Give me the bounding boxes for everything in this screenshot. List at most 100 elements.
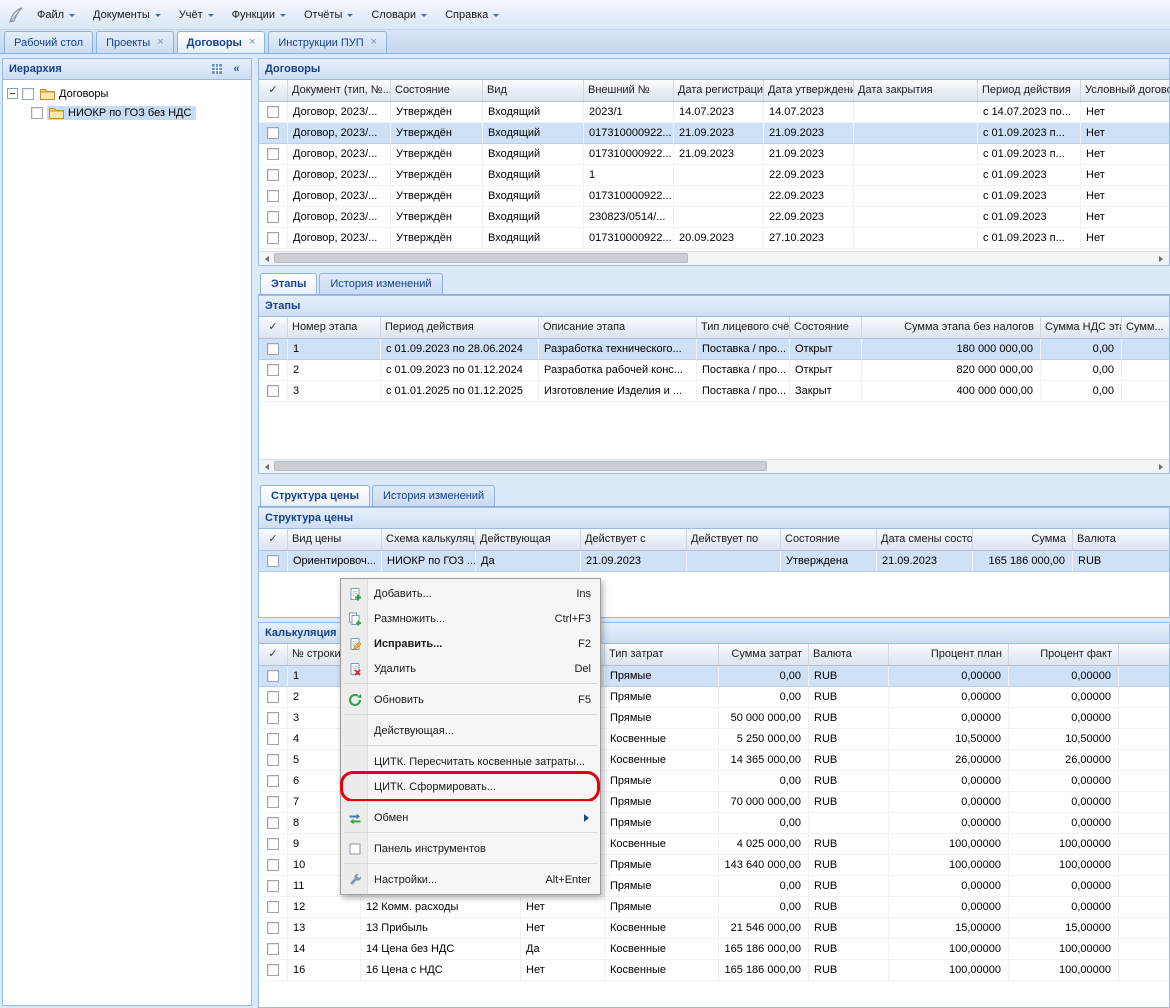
row-checkbox[interactable] [267, 964, 279, 976]
scroll-track[interactable] [274, 252, 1154, 265]
row-checkbox[interactable] [267, 691, 279, 703]
row-checkbox[interactable] [267, 190, 279, 202]
tab[interactable]: Проекты× [96, 31, 174, 53]
row-checkbox[interactable] [267, 817, 279, 829]
row-checkbox[interactable] [267, 127, 279, 139]
row-checkbox[interactable] [267, 838, 279, 850]
menu-item[interactable]: Обмен [341, 805, 600, 830]
column-header[interactable]: Действующая [476, 529, 581, 550]
tab-close-icon[interactable]: × [157, 38, 163, 47]
row-checkbox[interactable] [267, 796, 279, 808]
menu-item[interactable]: Действующая... [341, 718, 600, 743]
sub-tab[interactable]: Структура цены [260, 485, 370, 506]
row-checkbox[interactable] [267, 754, 279, 766]
menubar-item[interactable]: Словари [362, 4, 436, 26]
menu-item[interactable]: Исправить...F2 [341, 631, 600, 656]
row-checkbox[interactable] [267, 211, 279, 223]
row-checkbox[interactable] [267, 343, 279, 355]
column-header[interactable]: Дата утверждения [764, 80, 854, 101]
select-all-column-header[interactable]: ✓ [259, 644, 288, 665]
tab-close-icon[interactable]: × [371, 38, 377, 47]
table-row[interactable]: 1616 Цена с НДСНетКосвенные165 186 000,0… [259, 960, 1169, 981]
column-header[interactable]: Документ (тип, №... [288, 80, 391, 101]
column-header[interactable]: Описание этапа [539, 317, 697, 338]
scroll-right-button[interactable] [1154, 252, 1169, 265]
row-checkbox[interactable] [267, 670, 279, 682]
tree-checkbox[interactable] [22, 88, 34, 100]
column-header[interactable]: Действует по [687, 529, 781, 550]
menu-item[interactable]: ЦИТК. Сформировать... [341, 774, 600, 799]
table-row[interactable]: Договор, 2023/...УтверждёнВходящий2023/1… [259, 102, 1169, 123]
menu-item[interactable]: Размножить...Ctrl+F3 [341, 606, 600, 631]
menu-item[interactable]: УдалитьDel [341, 656, 600, 681]
table-row[interactable]: Договор, 2023/...УтверждёнВходящий230823… [259, 207, 1169, 228]
column-header[interactable]: Состояние [781, 529, 877, 550]
table-row[interactable]: 1с 01.09.2023 по 28.06.2024Разработка те… [259, 339, 1169, 360]
tree-checkbox[interactable] [31, 107, 43, 119]
menu-item[interactable]: ЦИТК. Пересчитать косвенные затраты... [341, 749, 600, 774]
scroll-thumb[interactable] [274, 253, 688, 263]
table-row[interactable]: 1212 Комм. расходыНетПрямые0,00RUB0,0000… [259, 897, 1169, 918]
grid-view-icon[interactable] [208, 62, 225, 77]
column-header[interactable] [1119, 644, 1169, 665]
row-checkbox[interactable] [267, 106, 279, 118]
tab[interactable]: Договоры× [177, 31, 266, 53]
scroll-track[interactable] [274, 460, 1154, 473]
column-header[interactable]: Валюта [809, 644, 889, 665]
row-checkbox[interactable] [267, 364, 279, 376]
column-header[interactable]: Валюта [1073, 529, 1169, 550]
column-header[interactable]: Номер этапа [288, 317, 381, 338]
scroll-left-button[interactable] [259, 252, 274, 265]
column-header[interactable]: Процент факт [1009, 644, 1119, 665]
menu-item[interactable]: Добавить...Ins [341, 581, 600, 606]
row-checkbox[interactable] [267, 232, 279, 244]
column-header[interactable]: Период действия [978, 80, 1081, 101]
row-checkbox[interactable] [267, 922, 279, 934]
column-header[interactable]: Действует с [581, 529, 687, 550]
tab-close-icon[interactable]: × [249, 38, 255, 47]
sub-tab[interactable]: История изменений [372, 485, 495, 506]
row-checkbox[interactable] [267, 148, 279, 160]
row-checkbox[interactable] [267, 733, 279, 745]
select-all-column-header[interactable]: ✓ [259, 529, 288, 550]
column-header[interactable]: Внешний № [584, 80, 674, 101]
column-header[interactable]: Сумма [973, 529, 1073, 550]
row-checkbox[interactable] [267, 880, 279, 892]
table-row[interactable]: Ориентировоч...НИОКР по ГОЗ ...Да21.09.2… [259, 551, 1169, 572]
tab[interactable]: Инструкции ПУП× [268, 31, 387, 53]
column-header[interactable]: Сумма этапа без налогов [862, 317, 1041, 338]
column-header[interactable]: Процент план [889, 644, 1009, 665]
table-row[interactable]: Договор, 2023/...УтверждёнВходящий017310… [259, 144, 1169, 165]
tree-node-content[interactable]: Договоры [38, 87, 113, 101]
table-row[interactable]: Договор, 2023/...УтверждёнВходящий122.09… [259, 165, 1169, 186]
row-checkbox[interactable] [267, 385, 279, 397]
tree-node[interactable]: Договоры [5, 84, 249, 103]
menubar-item[interactable]: Документы [84, 4, 170, 26]
tab[interactable]: Рабочий стол [4, 31, 93, 53]
contracts-hscrollbar[interactable] [259, 251, 1169, 265]
menubar-item[interactable]: Функции [223, 4, 295, 26]
table-row[interactable]: Договор, 2023/...УтверждёнВходящий017310… [259, 123, 1169, 144]
column-header[interactable]: Дата закрытия [854, 80, 978, 101]
sub-tab[interactable]: Этапы [260, 273, 317, 294]
table-row[interactable]: 3с 01.01.2025 по 01.12.2025Изготовление … [259, 381, 1169, 402]
table-row[interactable]: Договор, 2023/...УтверждёнВходящий017310… [259, 228, 1169, 249]
column-header[interactable]: Вид цены [288, 529, 382, 550]
table-row[interactable]: Договор, 2023/...УтверждёнВходящий017310… [259, 186, 1169, 207]
select-all-column-header[interactable]: ✓ [259, 317, 288, 338]
table-row[interactable]: 1414 Цена без НДСДаКосвенные165 186 000,… [259, 939, 1169, 960]
table-row[interactable]: 2с 01.09.2023 по 01.12.2024Разработка ра… [259, 360, 1169, 381]
column-header[interactable]: Состояние [790, 317, 862, 338]
column-header[interactable]: Сумм... [1122, 317, 1169, 338]
tree-expander-icon[interactable] [7, 88, 18, 99]
sub-tab[interactable]: История изменений [319, 273, 442, 294]
table-row[interactable]: 1313 ПрибыльНетКосвенные21 546 000,00RUB… [259, 918, 1169, 939]
column-header[interactable]: Тип лицевого счёт [697, 317, 790, 338]
tree-node[interactable]: НИОКР по ГОЗ без НДС [5, 103, 249, 122]
row-checkbox[interactable] [267, 943, 279, 955]
scroll-left-button[interactable] [259, 460, 274, 473]
menu-item[interactable]: ОбновитьF5 [341, 687, 600, 712]
row-checkbox[interactable] [267, 555, 279, 567]
row-checkbox[interactable] [267, 775, 279, 787]
column-header[interactable]: Сумма затрат [719, 644, 809, 665]
